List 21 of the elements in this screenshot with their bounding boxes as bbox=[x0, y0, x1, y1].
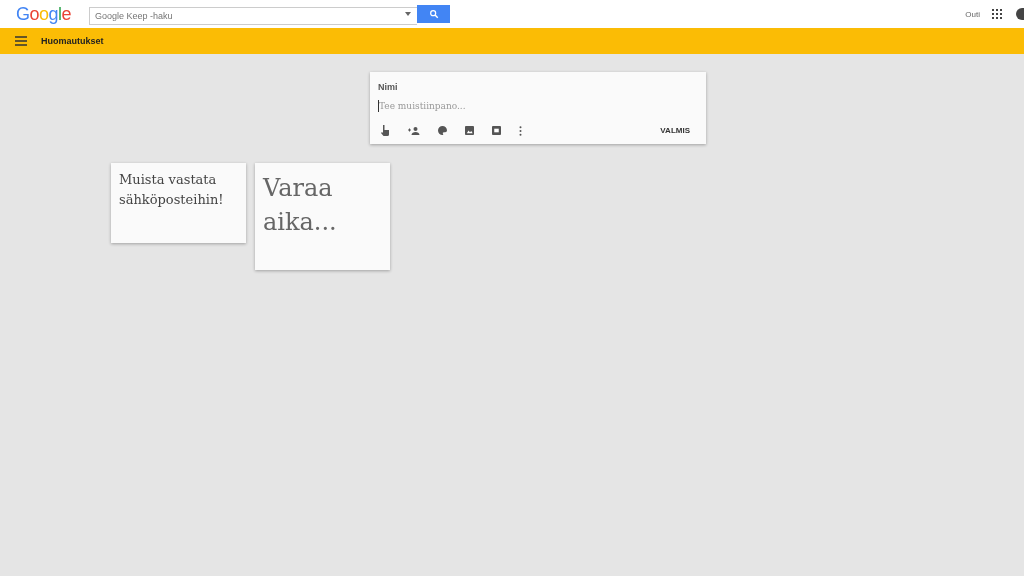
search-button[interactable] bbox=[417, 5, 450, 23]
apps-grid-icon[interactable] bbox=[992, 9, 1002, 19]
search-field[interactable]: Google Keep -haku bbox=[89, 7, 417, 25]
menu-icon[interactable] bbox=[15, 36, 27, 46]
user-name[interactable]: Outi bbox=[965, 9, 980, 19]
note-card[interactable]: Muista vastata sähköposteihin! bbox=[111, 163, 246, 243]
palette-icon[interactable] bbox=[438, 126, 447, 135]
toolbar-title: Huomautukset bbox=[41, 36, 104, 46]
archive-icon[interactable] bbox=[492, 126, 501, 135]
google-logo[interactable]: Google bbox=[16, 3, 89, 25]
image-icon[interactable] bbox=[465, 126, 474, 135]
avatar[interactable] bbox=[1016, 8, 1024, 20]
hand-icon[interactable] bbox=[380, 125, 390, 136]
title-field[interactable]: Nimi bbox=[378, 81, 698, 93]
person-add-icon[interactable] bbox=[408, 126, 420, 135]
note-field[interactable]: Tee muistiinpano... bbox=[378, 100, 698, 112]
more-icon[interactable] bbox=[519, 125, 522, 136]
caret-icon[interactable] bbox=[405, 12, 411, 16]
search-icon bbox=[428, 9, 439, 19]
done-button[interactable]: VALMIS bbox=[652, 124, 698, 137]
note-card[interactable]: Varaa aika... bbox=[255, 163, 390, 270]
